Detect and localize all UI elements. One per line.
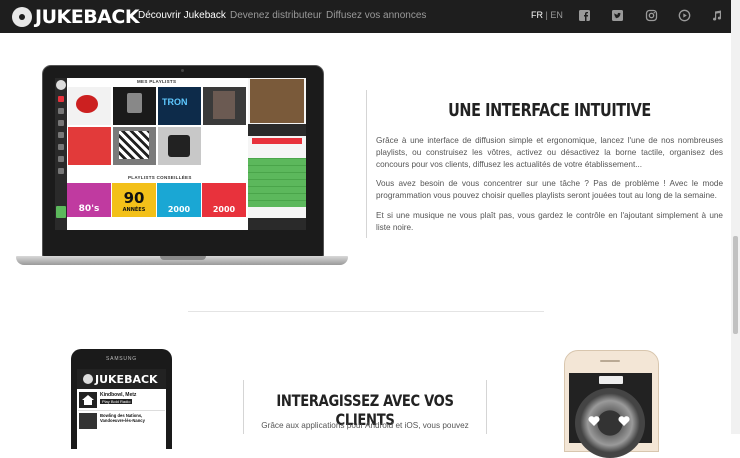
rec-90-label: 90 [123, 189, 145, 207]
app-side-item [58, 96, 64, 102]
playlist-tile [113, 127, 156, 165]
app-side-item [58, 132, 64, 138]
music-note-icon[interactable] [710, 9, 723, 22]
queue-row [248, 200, 306, 207]
app-side-item [58, 168, 64, 174]
page-scrollbar-thumb[interactable] [733, 236, 738, 334]
venue-list-item: Kindbowl, Metz Play Bold Radio [78, 390, 165, 411]
app-side-item [58, 156, 64, 162]
section-divider-right [486, 380, 487, 434]
player-controls [248, 124, 306, 136]
nav-diffusez-vos-annonces[interactable]: Diffusez vos annonces [326, 10, 426, 21]
instagram-icon[interactable] [645, 9, 658, 22]
rec-80s-label: 80's [78, 204, 100, 214]
interact-paragraph: Grâce aux applications pour Android et i… [261, 421, 469, 430]
crown-image [127, 93, 142, 113]
app-logo-icon [56, 80, 66, 90]
playlist-tile [68, 87, 111, 125]
nav-decouvrir-jukeback[interactable]: Découvrir Jukeback [138, 10, 226, 21]
queue-row [248, 186, 306, 193]
twitter-icon[interactable] [611, 9, 624, 22]
jukeback-logo[interactable]: JUKEBACK [12, 6, 140, 28]
app-side-item [58, 108, 64, 114]
now-playing-panel [248, 78, 306, 230]
album-circle-visual [575, 388, 645, 458]
queue-row [248, 165, 306, 172]
app-sidebar [55, 78, 67, 230]
heart-icon[interactable] [617, 414, 631, 428]
iphone-speaker [600, 360, 620, 362]
playlist-tile [68, 127, 111, 165]
app-side-item [56, 206, 66, 218]
bowling-icon [79, 413, 97, 429]
laptop-camera [181, 69, 184, 72]
venue-tag: Play Bold Radio [100, 399, 133, 404]
laptop-notch [160, 256, 206, 260]
interface-paragraph-2: Vous avez besoin de vous concentrer sur … [376, 179, 723, 201]
panel-footer [248, 218, 306, 230]
boxing-glove-image [76, 95, 98, 113]
section-divider-vertical [366, 90, 367, 238]
app-side-item [58, 120, 64, 126]
nav-devenez-distributeur[interactable]: Devenez distributeur [230, 10, 322, 21]
playlist-tile: TRON [158, 87, 201, 125]
venue-list-item: Bowling des Nations, Vandoeuvre-lès-Nanc… [78, 411, 165, 434]
rec-90-sub: ANNÉES [122, 207, 146, 213]
queue-row [248, 179, 306, 186]
vinyl-disc-icon [12, 7, 32, 27]
venue-title: Kindbowl, Metz [100, 392, 137, 398]
section-separator [188, 311, 544, 312]
rec-2000-label: 2000 [167, 205, 191, 214]
vinyl-disc-icon [83, 374, 93, 384]
portrait-image [213, 91, 235, 119]
lang-en[interactable]: EN [550, 10, 563, 20]
recommended-playlist-2000: 2000 [157, 183, 201, 217]
queue-row [248, 158, 306, 165]
language-switcher: FR | EN [531, 10, 563, 20]
queue-row [248, 172, 306, 179]
android-app-logo: JUKEBACK [95, 373, 158, 386]
phone-brand-label: SAMSUNG [106, 356, 137, 362]
recommended-playlist-90: 90 ANNÉES [112, 183, 156, 217]
tron-image: TRON [162, 97, 188, 107]
home-icon [79, 392, 97, 408]
recommended-playlist-80s: 80's [67, 183, 111, 217]
playlist-tile [158, 127, 201, 165]
heart-icon[interactable] [587, 414, 601, 428]
vote-button [252, 138, 302, 144]
my-playlists-title: MES PLAYLISTS [137, 79, 177, 84]
lang-fr[interactable]: FR [531, 10, 543, 20]
recommended-playlist-2000b: 2000 [202, 183, 246, 217]
venue-title: Bowling des Nations, Vandoeuvre-lès-Nanc… [100, 413, 145, 423]
page-scrollbar-track[interactable] [731, 0, 740, 434]
rec-2000b-label: 2000 [212, 205, 236, 214]
interface-paragraph-3: Et si une musique ne vous plaît pas, vou… [376, 211, 723, 233]
playlist-tile [203, 87, 246, 125]
recommended-playlists-title: PLAYLISTS CONSEILLÉES [128, 175, 192, 180]
laptop-app-screenshot: MES PLAYLISTS TRON PLAYLISTS CONSEILLÉES… [55, 78, 306, 230]
facebook-icon[interactable] [578, 9, 591, 22]
iphone-app-logo [599, 376, 623, 384]
logo-text: JUKEBACK [35, 6, 140, 28]
queue-row [248, 193, 306, 200]
section-title-interface: UNE INTERFACE INTUITIVE [448, 100, 651, 121]
pattern-image [119, 131, 149, 159]
interface-paragraph-1: Grâce à une interface de diffusion simpl… [376, 136, 723, 170]
playlist-tile [113, 87, 156, 125]
album-cover [250, 79, 304, 123]
hand-image [168, 135, 190, 157]
youtube-play-icon[interactable] [678, 9, 691, 22]
app-side-item [58, 144, 64, 150]
